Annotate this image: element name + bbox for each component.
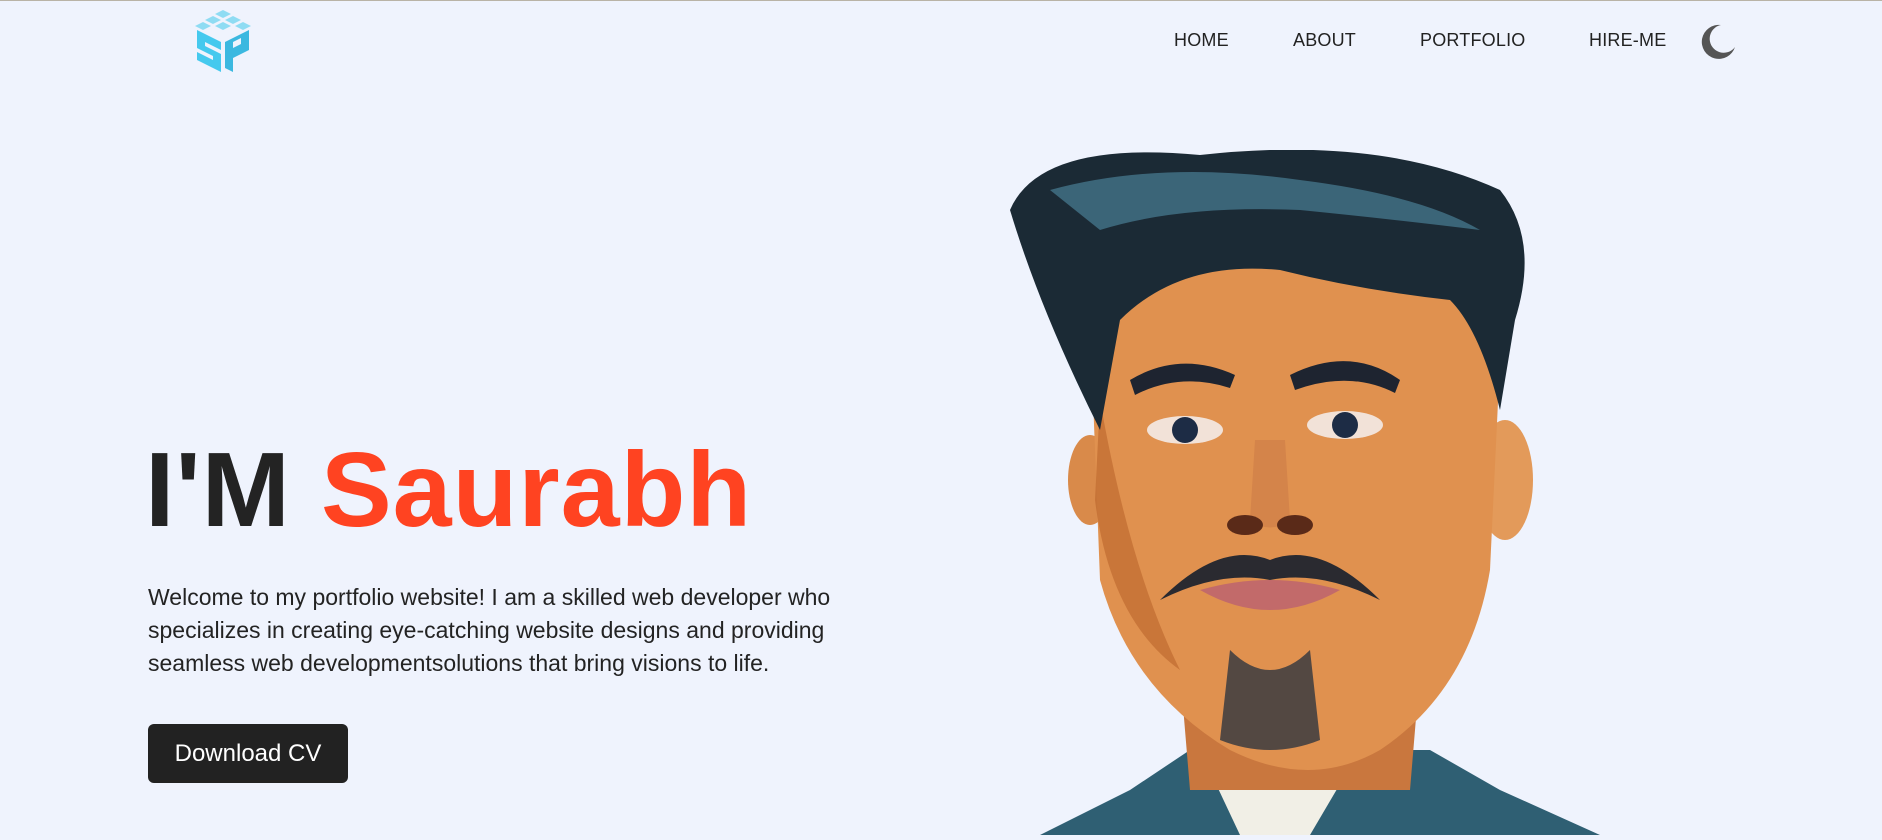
theme-toggle-button[interactable] — [1699, 22, 1737, 60]
hero-intro: Welcome to my portfolio website! I am a … — [148, 584, 831, 676]
headline-lead: I'M — [145, 431, 291, 549]
top-border — [0, 0, 1882, 1]
nav-about[interactable]: ABOUT — [1293, 30, 1356, 51]
portrait-illustration — [1010, 149, 1600, 835]
nav-portfolio[interactable]: PORTFOLIO — [1420, 30, 1526, 51]
moon-icon — [1701, 24, 1735, 59]
headline-name: Saurabh — [320, 431, 753, 549]
profile-portrait — [980, 149, 1620, 835]
hero-headline: I'M Saurabh — [145, 430, 752, 550]
nav-home[interactable]: HOME — [1174, 30, 1229, 51]
download-cv-button[interactable]: Download CV — [148, 724, 348, 783]
main-nav: HOME ABOUT PORTFOLIO HIRE-ME — [0, 30, 1882, 54]
nav-hire-me[interactable]: HIRE-ME — [1589, 30, 1666, 51]
